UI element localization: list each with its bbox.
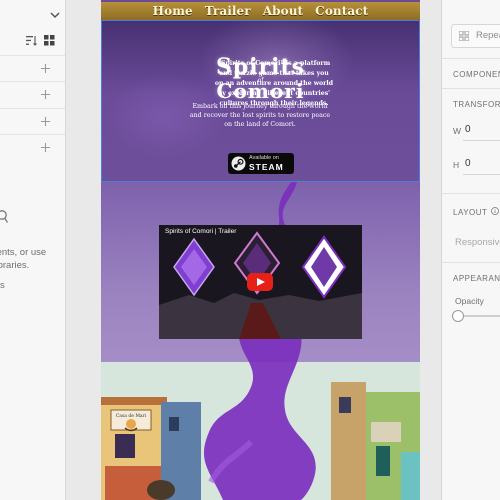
opacity-slider-handle[interactable] bbox=[452, 310, 464, 322]
about-section: Casa de Mari bbox=[101, 362, 420, 500]
trailer-video-embed[interactable]: Spirits of Comori | Trailer bbox=[159, 225, 362, 339]
divider bbox=[442, 262, 500, 263]
height-field[interactable]: 0 bbox=[465, 158, 471, 169]
design-canvas[interactable]: Spirits of Comori Embark on this journey… bbox=[66, 0, 441, 500]
transform-heading: TRANSFORM bbox=[453, 100, 500, 109]
nav-contact[interactable]: Contact bbox=[315, 4, 368, 18]
width-label: W bbox=[453, 126, 462, 136]
chevron-down-icon[interactable] bbox=[48, 9, 62, 21]
layout-heading: LAYOUT bbox=[453, 208, 488, 217]
height-label: H bbox=[453, 160, 460, 170]
component-heading: COMPONENT bbox=[453, 70, 500, 79]
steam-logo-icon bbox=[231, 156, 246, 171]
town-illustration bbox=[101, 362, 420, 500]
steam-available-text: Available on bbox=[249, 155, 279, 161]
width-field-underline bbox=[463, 140, 500, 141]
repeat-grid-icon bbox=[459, 31, 469, 41]
search-icon bbox=[0, 210, 8, 223]
grid-view-icon[interactable] bbox=[44, 35, 55, 46]
add-colors-icon[interactable] bbox=[40, 63, 51, 74]
nav-about[interactable]: About bbox=[263, 4, 303, 18]
add-character-styles-icon[interactable] bbox=[40, 89, 51, 100]
height-field-underline bbox=[463, 174, 500, 175]
play-button[interactable] bbox=[247, 273, 273, 291]
add-components-icon[interactable] bbox=[40, 116, 51, 127]
divider bbox=[0, 108, 65, 109]
steam-wordmark: STEAM bbox=[249, 162, 284, 172]
add-icon[interactable] bbox=[40, 142, 51, 153]
empty-state-text: y libraries. bbox=[0, 260, 30, 271]
repeat-grid-label: Repeat Grid bbox=[476, 30, 500, 41]
artboard[interactable]: Spirits of Comori Embark on this journey… bbox=[101, 0, 420, 500]
width-field[interactable]: 0 bbox=[465, 124, 471, 135]
shop-sign: Casa de Mari bbox=[115, 414, 147, 419]
sort-icon[interactable] bbox=[26, 35, 37, 46]
appearance-heading: APPEARANCE bbox=[453, 274, 500, 283]
property-inspector: Repeat Grid COMPONENT TRANSFORM W 0 H 0 … bbox=[441, 0, 500, 500]
divider bbox=[442, 58, 500, 59]
nav-home[interactable]: Home bbox=[153, 4, 193, 18]
responsive-resize-label[interactable]: Responsive bbox=[455, 237, 500, 248]
site-navigation: Home Trailer About Contact bbox=[101, 2, 420, 20]
assets-panel: onents, or use y libraries. s bbox=[0, 0, 66, 500]
video-title: Spirits of Comori | Trailer bbox=[165, 228, 237, 235]
nav-trailer[interactable]: Trailer bbox=[205, 4, 251, 18]
divider bbox=[442, 88, 500, 89]
info-icon[interactable] bbox=[491, 207, 499, 215]
empty-state-text: s bbox=[0, 280, 5, 291]
opacity-label: Opacity bbox=[455, 296, 484, 306]
empty-state-text: onents, or use bbox=[0, 247, 47, 258]
divider bbox=[0, 55, 65, 56]
about-description: "Spirits of Comori" is a platform and pu… bbox=[214, 60, 334, 107]
steam-button[interactable]: Available on STEAM bbox=[228, 153, 294, 174]
divider bbox=[0, 81, 65, 82]
divider bbox=[442, 193, 500, 194]
divider bbox=[0, 134, 65, 135]
repeat-grid-button[interactable]: Repeat Grid bbox=[451, 24, 500, 48]
